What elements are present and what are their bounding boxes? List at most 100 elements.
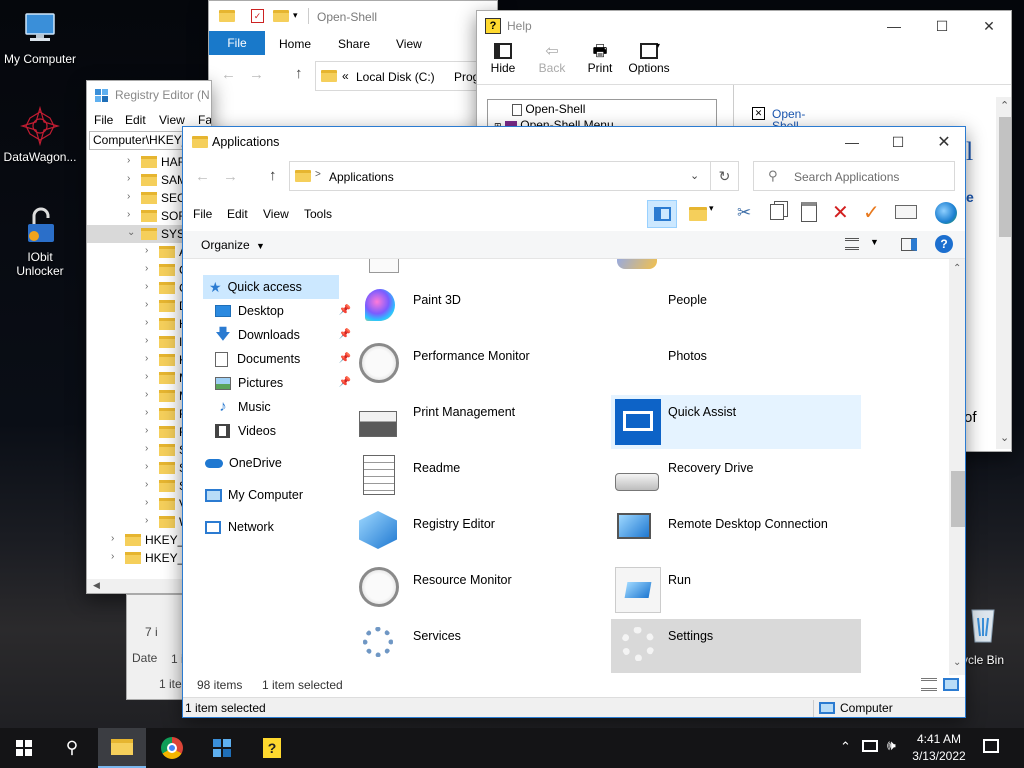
scroll-up-arrow[interactable]: ⌃ (953, 263, 961, 274)
ribbon-tab-file[interactable]: File (209, 31, 265, 55)
show-hidden-icons-icon[interactable]: ⌃ (840, 739, 851, 755)
menu-edit[interactable]: Edit (227, 207, 248, 221)
back-arrow-icon[interactable]: ← (195, 168, 210, 185)
maximize-button[interactable]: ☐ (875, 127, 921, 157)
chevron-right-icon[interactable]: › (145, 479, 148, 490)
navigation-pane-toggle-button[interactable] (647, 200, 677, 228)
nav-item-documents[interactable]: Documents 📌 (215, 347, 355, 371)
chevron-right-icon[interactable]: › (145, 443, 148, 454)
taskbar-registry-editor[interactable] (198, 728, 246, 768)
openshell-window[interactable]: ✓ ▾ Open-Shell File Home Share View ← → … (208, 0, 498, 130)
scroll-up-arrow[interactable]: ⌃ (1000, 99, 1009, 112)
taskbar-file-explorer[interactable] (98, 728, 146, 768)
nav-item-downloads[interactable]: 🡇 Downloads 📌 (215, 323, 355, 347)
applications-explorer-window[interactable]: Applications — ☐ ✕ ← → ↑ > Applications … (182, 126, 966, 718)
search-button[interactable]: ⚲ (48, 728, 96, 768)
nav-my-computer[interactable]: My Computer (205, 483, 359, 507)
ribbon-tab-view[interactable]: View (396, 37, 422, 51)
chevron-right-icon[interactable]: › (127, 173, 130, 184)
scroll-down-arrow[interactable]: ⌄ (1000, 431, 1009, 444)
nav-item-pictures[interactable]: Pictures 📌 (215, 371, 355, 395)
chevron-right-icon[interactable]: › (145, 317, 148, 328)
menu-favorites[interactable]: Fa (198, 113, 211, 127)
content-vscroll[interactable]: ⌃ ⌄ (949, 259, 965, 675)
menu-view[interactable]: View (159, 113, 185, 127)
help-print-button[interactable]: 🖶 Print (585, 43, 615, 75)
clock[interactable]: 4:41 AM 3/13/2022 (908, 731, 970, 765)
network-tray-icon[interactable] (862, 740, 878, 752)
back-arrow-icon[interactable]: ← (221, 66, 236, 83)
scroll-down-arrow[interactable]: ⌄ (953, 657, 961, 668)
chevron-right-icon[interactable]: › (145, 299, 148, 310)
desktop-icon-recycle-bin[interactable]: ycle Bin (962, 604, 1024, 670)
properties-icon[interactable]: ✓ (251, 9, 264, 23)
chevron-right-icon[interactable]: › (127, 209, 130, 220)
app-item[interactable]: Photos (611, 339, 861, 393)
nav-onedrive[interactable]: OneDrive (205, 451, 359, 475)
address-bar[interactable]: « Local Disk (C:) Prog (315, 61, 497, 91)
menu-edit[interactable]: Edit (125, 113, 146, 127)
organize-button[interactable]: Organize ▼ (201, 238, 265, 252)
app-item[interactable]: Performance Monitor (355, 339, 605, 393)
forward-arrow-icon[interactable]: → (223, 168, 238, 185)
nav-item-music[interactable]: ♪ Music (215, 395, 355, 419)
app-item[interactable]: Readme (355, 451, 605, 505)
pin-icon[interactable]: 📌 (339, 353, 351, 364)
chevron-right-icon[interactable]: › (145, 407, 148, 418)
breadcrumb-chevron-icon[interactable]: > (315, 169, 321, 180)
menu-file[interactable]: File (193, 207, 212, 221)
chevron-right-icon[interactable]: › (145, 245, 148, 256)
app-item[interactable]: Registry Editor (355, 507, 605, 561)
app-item[interactable]: Run (611, 563, 861, 617)
chevron-right-icon[interactable]: › (127, 155, 130, 166)
change-view-icon[interactable] (845, 238, 859, 250)
app-item[interactable]: Settings (611, 619, 861, 673)
refresh-button[interactable]: ↻ (711, 161, 739, 191)
up-arrow-icon[interactable]: ↑ (269, 167, 277, 184)
new-folder-icon[interactable] (273, 10, 289, 22)
app-item[interactable]: Remote Desktop Connection (611, 507, 861, 561)
openshell-titlebar[interactable]: ✓ ▾ Open-Shell (209, 1, 497, 31)
paste-icon[interactable] (801, 202, 817, 222)
help-titlebar[interactable]: ? Help — ☐ ✕ (477, 11, 1011, 41)
registry-titlebar[interactable]: Registry Editor (N (87, 81, 211, 111)
ribbon-tab-home[interactable]: Home (279, 37, 311, 51)
properties-icon[interactable] (895, 205, 917, 219)
nav-network[interactable]: Network (205, 515, 359, 539)
scroll-thumb[interactable] (951, 471, 965, 527)
chevron-right-icon[interactable]: › (145, 371, 148, 382)
nav-item-videos[interactable]: Videos (215, 419, 355, 443)
up-arrow-icon[interactable]: ↑ (295, 65, 303, 82)
help-vscroll[interactable]: ⌃ ⌄ (996, 97, 1011, 449)
scroll-left-arrow[interactable]: ◀ (93, 580, 100, 591)
help-back-button[interactable]: ⇦ Back (535, 43, 569, 75)
notifications-icon[interactable] (983, 739, 999, 753)
pin-icon[interactable]: 📌 (339, 329, 351, 340)
close-button[interactable]: ✕ (966, 11, 1011, 41)
forward-arrow-icon[interactable]: → (249, 66, 264, 83)
chevron-right-icon[interactable]: › (145, 497, 148, 508)
menu-view[interactable]: View (263, 207, 289, 221)
help-hide-button[interactable]: Hide (487, 43, 519, 75)
ribbon-tab-share[interactable]: Share (338, 37, 370, 51)
explorer-titlebar[interactable]: Applications — ☐ ✕ (183, 127, 965, 157)
app-item[interactable]: Paint 3D (355, 283, 605, 337)
search-box[interactable]: ⚲ Search Applications (753, 161, 955, 191)
start-button[interactable] (0, 728, 48, 768)
menu-tools[interactable]: Tools (304, 207, 332, 221)
chevron-right-icon[interactable]: › (145, 335, 148, 346)
chevron-down-icon[interactable]: ▼ (870, 237, 879, 247)
volume-icon[interactable]: 🕪 (887, 737, 896, 754)
nav-item-desktop[interactable]: Desktop 📌 (215, 299, 355, 323)
address-dropdown-icon[interactable]: ⌄ (690, 169, 699, 182)
desktop-icon-iobit-unlocker[interactable]: IObit Unlocker (0, 206, 80, 278)
chevron-right-icon[interactable]: › (145, 281, 148, 292)
chevron-right-icon[interactable]: › (145, 389, 148, 400)
chevron-right-icon[interactable]: › (145, 425, 148, 436)
close-button[interactable]: ✕ (921, 127, 965, 157)
maximize-button[interactable]: ☐ (919, 11, 965, 41)
help-icon[interactable]: ? (935, 235, 953, 253)
folder-options-button[interactable]: ▾ (687, 203, 719, 225)
chevron-right-icon[interactable]: › (145, 263, 148, 274)
delete-icon[interactable]: ✕ (832, 200, 849, 225)
